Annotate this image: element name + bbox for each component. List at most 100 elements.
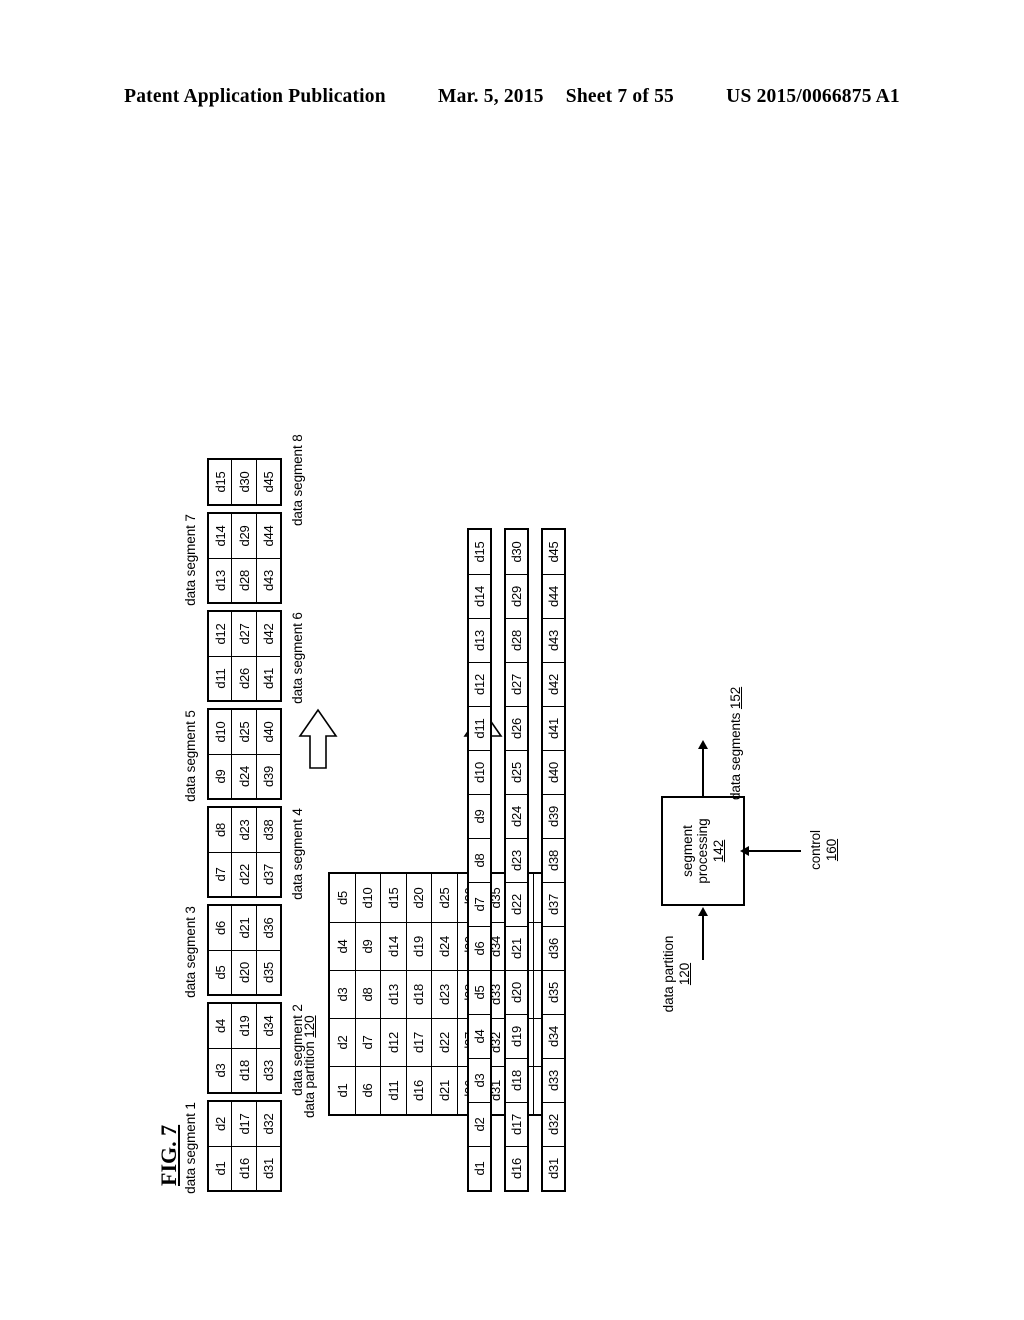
partition-cell: d10 [360, 887, 376, 909]
segment-cell: d36 [257, 906, 280, 950]
partition-cell: d8 [355, 970, 380, 1018]
interleaved-cell: d32 [543, 1102, 564, 1146]
interleaved-cell: d29 [506, 574, 527, 618]
segment-processing-line2: processing [695, 818, 711, 884]
interleaved-cell: d2 [469, 1102, 490, 1146]
segment-row: d26 d27 [232, 610, 257, 702]
interleaved-cell: d35 [543, 970, 564, 1014]
partition-cell: d1 [330, 1066, 355, 1114]
segment-label: data segment 1 [183, 1102, 198, 1194]
page-header: Patent Application Publication Mar. 5, 2… [0, 86, 1024, 108]
segment-cell: d10 [209, 710, 231, 754]
segment-cell: d15 [209, 460, 231, 504]
partition-cell: d22 [432, 1018, 457, 1066]
control-arrow-line [745, 850, 801, 852]
segment-cell: d22 [232, 852, 256, 896]
interleaved-cell: d24 [506, 794, 527, 838]
segment-row: d11 d12 [207, 610, 232, 702]
segment-cell: d45 [257, 460, 280, 504]
segment-cell: d9 [209, 754, 231, 798]
segment-cell: d24 [232, 754, 256, 798]
segment-cell: d28 [232, 558, 256, 602]
interleaved-cell: d15 [469, 530, 490, 574]
partition-cell: d2 [330, 1018, 355, 1066]
input-arrow-head [698, 907, 708, 916]
segment-label: data segment 6 [290, 612, 305, 704]
block-input-ref: 120 [676, 962, 692, 986]
segment-row: d7 d8 [207, 806, 232, 898]
interleaved-cell: d25 [506, 750, 527, 794]
segment-cell: d1 [209, 1146, 231, 1190]
segment-cell: d18 [232, 1048, 256, 1092]
block-input-label-text: data partition [661, 935, 676, 1013]
interleaved-cell: d43 [543, 618, 564, 662]
interleaved-cell: d28 [506, 618, 527, 662]
partition-cell: d17 [406, 1018, 431, 1066]
segment-row: d41 d42 [257, 610, 282, 702]
segment-cell: d4 [209, 1004, 231, 1048]
segment-cell: d29 [232, 514, 256, 558]
interleaved-cell: d42 [543, 662, 564, 706]
segment-cell: d5 [209, 950, 231, 994]
interleaved-cell: d44 [543, 574, 564, 618]
interleaved-cell: d10 [469, 750, 490, 794]
interleaved-cell: d7 [469, 882, 490, 926]
segment-cell: d31 [257, 1146, 280, 1190]
partition-cell: d12 [381, 1018, 406, 1066]
header-publication: Patent Application Publication [124, 86, 386, 107]
interleaved-row: d1 d2 d3 d4 d5 d6 d7 d8 d9 d10 d11 d12 d13 d14 d15 [467, 528, 492, 1192]
interleaved-cell: d41 [543, 706, 564, 750]
interleaved-cell: d4 [469, 1014, 490, 1058]
interleaved-cell: d26 [506, 706, 527, 750]
block-output-label-text: data segments [728, 712, 743, 800]
segment-cell: d42 [257, 612, 280, 656]
segment-row: d30 [232, 458, 257, 506]
control-label-text: control [808, 830, 823, 870]
partition-cell: d5 [334, 890, 350, 906]
partition-cell: d24 [432, 922, 457, 970]
segment-processing-box: segment processing 142 [661, 796, 745, 906]
interleaved-cell: d5 [469, 970, 490, 1014]
segment-cell: d13 [209, 558, 231, 602]
partition-cell: d13 [381, 970, 406, 1018]
segment-row: d35 d36 [257, 904, 282, 996]
segment-row: d3 d4 [207, 1002, 232, 1094]
segment-row: d16 d17 [232, 1100, 257, 1192]
segment-cell: d44 [257, 514, 280, 558]
partition-cell: d23 [432, 970, 457, 1018]
interleaved-cell: d34 [543, 1014, 564, 1058]
segment-cell: d8 [209, 808, 231, 852]
interleaved-cell: d33 [543, 1058, 564, 1102]
segment-cell: d14 [209, 514, 231, 558]
interleaved-cell: d19 [506, 1014, 527, 1058]
interleaved-cell: d14 [469, 574, 490, 618]
interleaved-cell: d23 [506, 838, 527, 882]
segment-row: d33 d34 [257, 1002, 282, 1094]
segment-label: data segment 3 [183, 906, 198, 998]
segment-cell: d33 [257, 1048, 280, 1092]
segment-label: data segment 4 [290, 808, 305, 900]
block-input-label: data partition 120 [661, 914, 692, 1034]
segment-cell: d21 [232, 906, 256, 950]
segment-cell: d27 [232, 612, 256, 656]
output-arrow-line [702, 748, 704, 796]
segment-row: d45 [257, 458, 282, 506]
partition-cell: d20 [411, 887, 427, 909]
segment-label: data segment 2 [290, 1004, 305, 1096]
segment-cell: d23 [232, 808, 256, 852]
interleaved-cell: d17 [506, 1102, 527, 1146]
segment-label: data segment 7 [183, 514, 198, 606]
interleaved-cell: d3 [469, 1058, 490, 1102]
interleaved-cell: d22 [506, 882, 527, 926]
segment-cell: d25 [232, 710, 256, 754]
interleaved-cell: d20 [506, 970, 527, 1014]
segment-row: d37 d38 [257, 806, 282, 898]
segment-row: d31 d32 [257, 1100, 282, 1192]
partition-cell: d6 [355, 1066, 380, 1114]
header-patent-number: US 2015/0066875 A1 [726, 86, 900, 107]
segment-cell: d43 [257, 558, 280, 602]
interleaved-cell: d45 [543, 530, 564, 574]
interleaved-cell: d39 [543, 794, 564, 838]
control-label: control 160 [808, 790, 839, 910]
segment-cell: d30 [232, 460, 256, 504]
